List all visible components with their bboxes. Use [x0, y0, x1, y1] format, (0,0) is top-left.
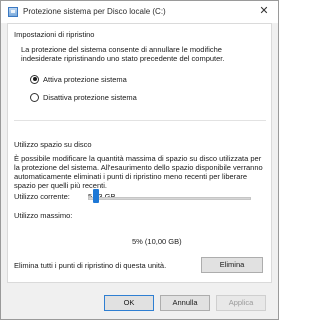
max-usage-label: Utilizzo massimo: [14, 211, 73, 220]
close-button[interactable]: ✕ [250, 1, 278, 23]
enable-protection-option[interactable]: Attiva protezione sistema [30, 74, 127, 84]
settings-panel: Impostazioni di ripristino La protezione… [7, 23, 272, 283]
disk-usage-heading: Utilizzo spazio su disco [14, 140, 92, 149]
disable-protection-label[interactable]: Disattiva protezione sistema [43, 93, 137, 102]
drive-icon [8, 7, 18, 17]
system-protection-dialog: Protezione sistema per Disco locale (C:)… [0, 0, 279, 320]
max-usage-value: 5% (10,00 GB) [132, 237, 182, 246]
disk-usage-description: È possibile modificare la quantità massi… [14, 154, 263, 190]
disable-protection-radio[interactable] [30, 92, 39, 102]
title-bar[interactable]: Protezione sistema per Disco locale (C:)… [1, 1, 278, 23]
delete-restore-points-text: Elimina tutti i punti di ripristino di q… [14, 261, 167, 270]
current-usage-label: Utilizzo corrente: [14, 192, 70, 201]
window-title: Protezione sistema per Disco locale (C:) [23, 7, 166, 16]
section-divider [14, 120, 266, 121]
cancel-button[interactable]: Annulla [160, 295, 210, 311]
restore-settings-description: La protezione del sistema consente di an… [21, 45, 225, 63]
max-usage-slider-track[interactable] [88, 197, 251, 200]
disable-protection-option[interactable]: Disattiva protezione sistema [30, 92, 137, 102]
enable-protection-radio[interactable] [30, 74, 39, 84]
enable-protection-label[interactable]: Attiva protezione sistema [43, 75, 127, 84]
ok-button[interactable]: OK [104, 295, 154, 311]
delete-button[interactable]: Elimina [201, 257, 263, 273]
apply-button[interactable]: Applica [216, 295, 266, 311]
max-usage-slider-thumb[interactable] [93, 189, 100, 203]
restore-settings-heading: Impostazioni di ripristino [14, 30, 95, 39]
